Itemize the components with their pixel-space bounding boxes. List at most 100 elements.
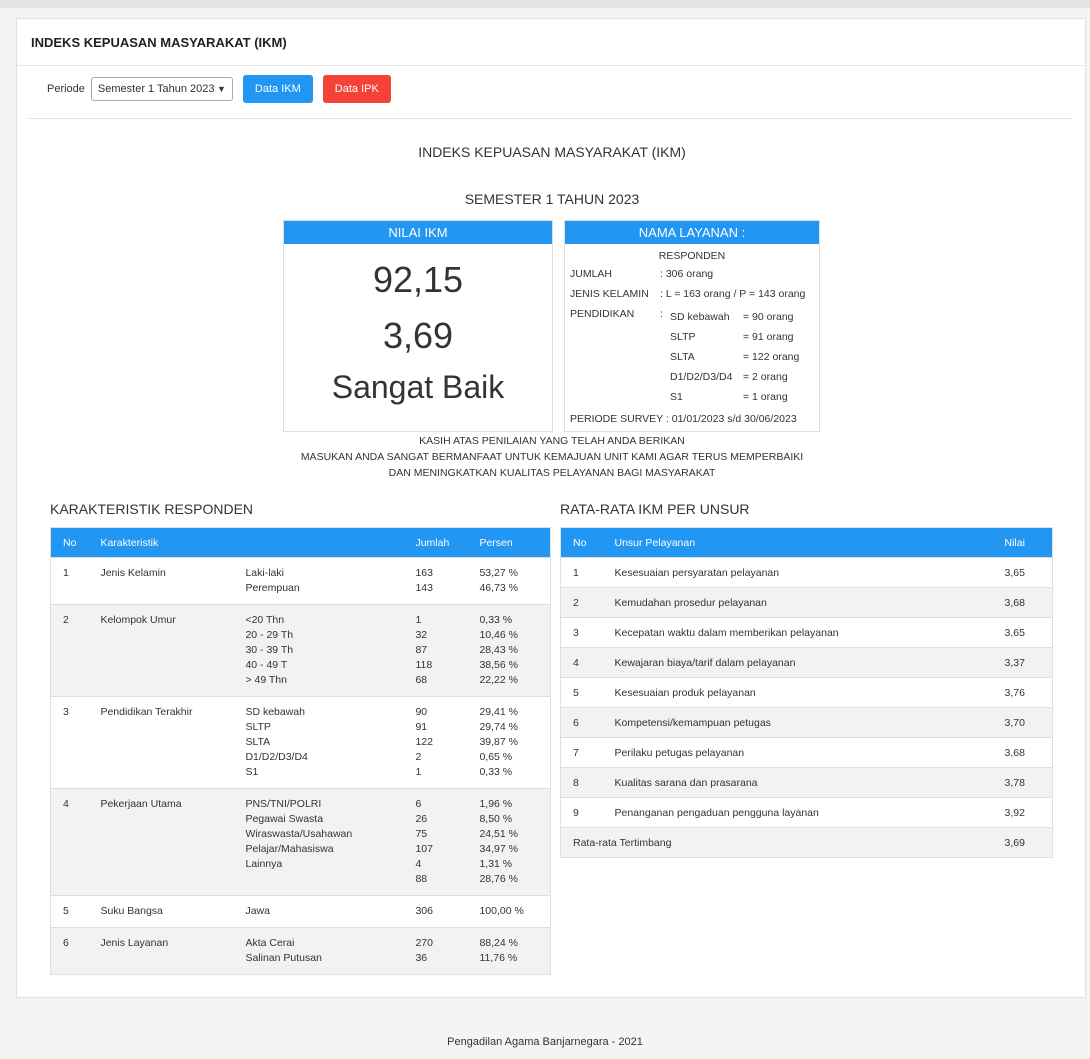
item-count: 163 [415, 567, 433, 579]
col-header [233, 527, 404, 558]
table-row: 3 Pendidikan Terakhir SD kebawah SLTP SLTA D1… [50, 696, 551, 789]
average-value: 3,69 [992, 827, 1053, 858]
item-label-cell: Akta Cerai Salinan Putusan [233, 927, 404, 975]
data-ipk-button[interactable]: Data IPK [322, 75, 391, 103]
col-header: Jumlah [403, 527, 468, 558]
item-label: <20 Thn [245, 614, 285, 626]
top-strip [0, 0, 1090, 8]
unsur-value: 3,70 [992, 707, 1053, 738]
period-select-value: Semester 1 Tahun 2023 [97, 83, 215, 95]
periode-survey: PERIODE SURVEY : 01/01/2023 s/d 30/06/20… [570, 413, 797, 425]
row-name: Jenis Layanan [88, 927, 234, 975]
item-count-cell: 163 143 [403, 558, 467, 605]
item-count: 1 [415, 766, 422, 778]
item-count: 4 [415, 858, 422, 870]
table-row: 5 Suku Bangsa Jawa 306 100,00 % [50, 895, 551, 928]
unsur-name: Kesesuaian persyaratan pelayanan [602, 557, 993, 588]
item-label: Pegawai Swasta [245, 813, 324, 825]
item-percent-cell: 53,27 % 46,73 % [467, 558, 550, 605]
table-row: 8 Kualitas sarana dan prasarana 3,78 [560, 767, 1053, 798]
item-count-cell: 6 26 75 107 4 88 [403, 788, 468, 896]
item-label: 40 - 49 T [245, 659, 288, 671]
layanan-box: NAMA LAYANAN : RESPONDEN JUMLAH : 306 or… [564, 220, 820, 432]
pend-key: S1 [670, 391, 683, 403]
unsur-title: RATA-RATA IKM PER UNSUR [560, 501, 750, 517]
row-no: 2 [50, 604, 89, 697]
note-line: KASIH ATAS PENILAIAN YANG TELAH ANDA BER… [419, 435, 685, 447]
thank-you-note: KASIH ATAS PENILAIAN YANG TELAH ANDA BER… [17, 433, 1087, 481]
pend-value: = 91 orang [743, 331, 794, 343]
table-row: 7 Perilaku petugas pelayanan 3,68 [560, 737, 1053, 768]
note-line: MASUKAN ANDA SANGAT BERMANFAAT UNTUK KEM… [300, 451, 804, 463]
item-count: 107 [415, 843, 433, 855]
table-row: 4 Pekerjaan Utama PNS/TNI/POLRI Pegawai Swa… [50, 788, 551, 896]
item-count-cell: 306 [403, 896, 467, 928]
unsur-name: Kemudahan prosedur pelayanan [602, 587, 993, 618]
row-no: 5 [63, 905, 69, 917]
item-label: 20 - 29 Th [245, 629, 294, 641]
item-percent-cell: 88,24 % 11,76 % [467, 927, 551, 975]
footer-text: Pengadilan Agama Banjarnegara - 2021 [447, 1036, 643, 1048]
item-percent-cell: 0,33 % 10,46 % 28,43 % 38,56 % 22,22 % [467, 604, 551, 697]
row-name: Kelompok Umur [88, 604, 234, 697]
unsur-no: 4 [560, 647, 603, 678]
item-count-cell: 270 36 [403, 927, 468, 975]
item-percent: 88,24 % [479, 937, 518, 949]
ikm-card: INDEKS KEPUASAN MASYARAKAT (IKM) Periode… [16, 18, 1086, 998]
unsur-value: 3,76 [992, 677, 1053, 708]
item-count: 2 [415, 751, 422, 763]
pend-key: D1/D2/D3/D4 [670, 371, 733, 383]
item-count: 270 [415, 937, 433, 949]
report-heading: INDEKS KEPUASAN MASYARAKAT (IKM) [418, 144, 686, 160]
item-count: 6 [415, 798, 422, 810]
table-row: 6 Jenis Layanan Akta Cerai Salinan Putusan 2… [50, 927, 551, 975]
item-label [245, 872, 391, 887]
item-count: 68 [415, 674, 428, 686]
jenis-kelamin-value: : L = 163 orang / P = 143 orang [660, 288, 806, 300]
item-percent: 0,65 % [479, 751, 513, 763]
period-select[interactable]: Semester 1 Tahun 2023 ▼ [90, 77, 233, 101]
data-ikm-button[interactable]: Data IKM [242, 75, 313, 103]
pend-value: = 1 orang [743, 391, 788, 403]
item-count: 91 [415, 721, 428, 733]
unsur-value: 3,65 [992, 557, 1053, 588]
item-percent: 39,87 % [479, 736, 518, 748]
table-row: 2 Kemudahan prosedur pelayanan 3,68 [560, 587, 1053, 618]
item-count: 36 [415, 952, 428, 964]
item-label: Lainnya [245, 858, 283, 870]
unsur-name: Kewajaran biaya/tarif dalam pelayanan [602, 647, 993, 678]
item-label: Akta Cerai [245, 937, 295, 949]
unsur-no: 7 [560, 737, 603, 768]
unsur-name: Kualitas sarana dan prasarana [602, 767, 993, 798]
item-count: 26 [415, 813, 428, 825]
item-count: 306 [415, 905, 433, 917]
col-header: No [50, 527, 89, 558]
item-label: Laki-laki [245, 567, 284, 579]
item-percent: 29,41 % [479, 706, 518, 718]
item-count: 87 [415, 644, 428, 656]
row-no: 6 [50, 927, 89, 975]
item-count: 75 [415, 828, 428, 840]
item-label: SD kebawah [245, 706, 305, 718]
unsur-value: 3,78 [992, 767, 1053, 798]
item-count: 88 [415, 873, 428, 885]
item-label: 30 - 39 Th [245, 644, 294, 656]
col-header: No [560, 527, 603, 558]
unsur-name: Perilaku petugas pelayanan [602, 737, 993, 768]
col-header: Unsur Pelayanan [602, 527, 993, 558]
item-percent: 1,31 % [479, 858, 513, 870]
chevron-down-icon: ▼ [217, 84, 226, 94]
unsur-no: 3 [560, 617, 603, 648]
pend-key: SD kebawah [670, 311, 730, 323]
layanan-header: NAMA LAYANAN : [565, 221, 819, 244]
item-label: D1/D2/D3/D4 [245, 751, 308, 763]
item-percent: 53,27 % [479, 567, 518, 579]
average-row: Rata-rata Tertimbang 3,69 [560, 827, 1053, 858]
pend-value: = 2 orang [743, 371, 788, 383]
item-percent: 11,76 % [479, 952, 518, 964]
table-header-row: No Karakteristik Jumlah Persen [50, 527, 551, 558]
item-percent: 0,33 % [479, 614, 513, 626]
table-row: 1 Kesesuaian persyaratan pelayanan 3,65 [560, 557, 1053, 588]
unsur-no: 1 [560, 557, 603, 588]
unsur-value: 3,68 [992, 587, 1053, 618]
